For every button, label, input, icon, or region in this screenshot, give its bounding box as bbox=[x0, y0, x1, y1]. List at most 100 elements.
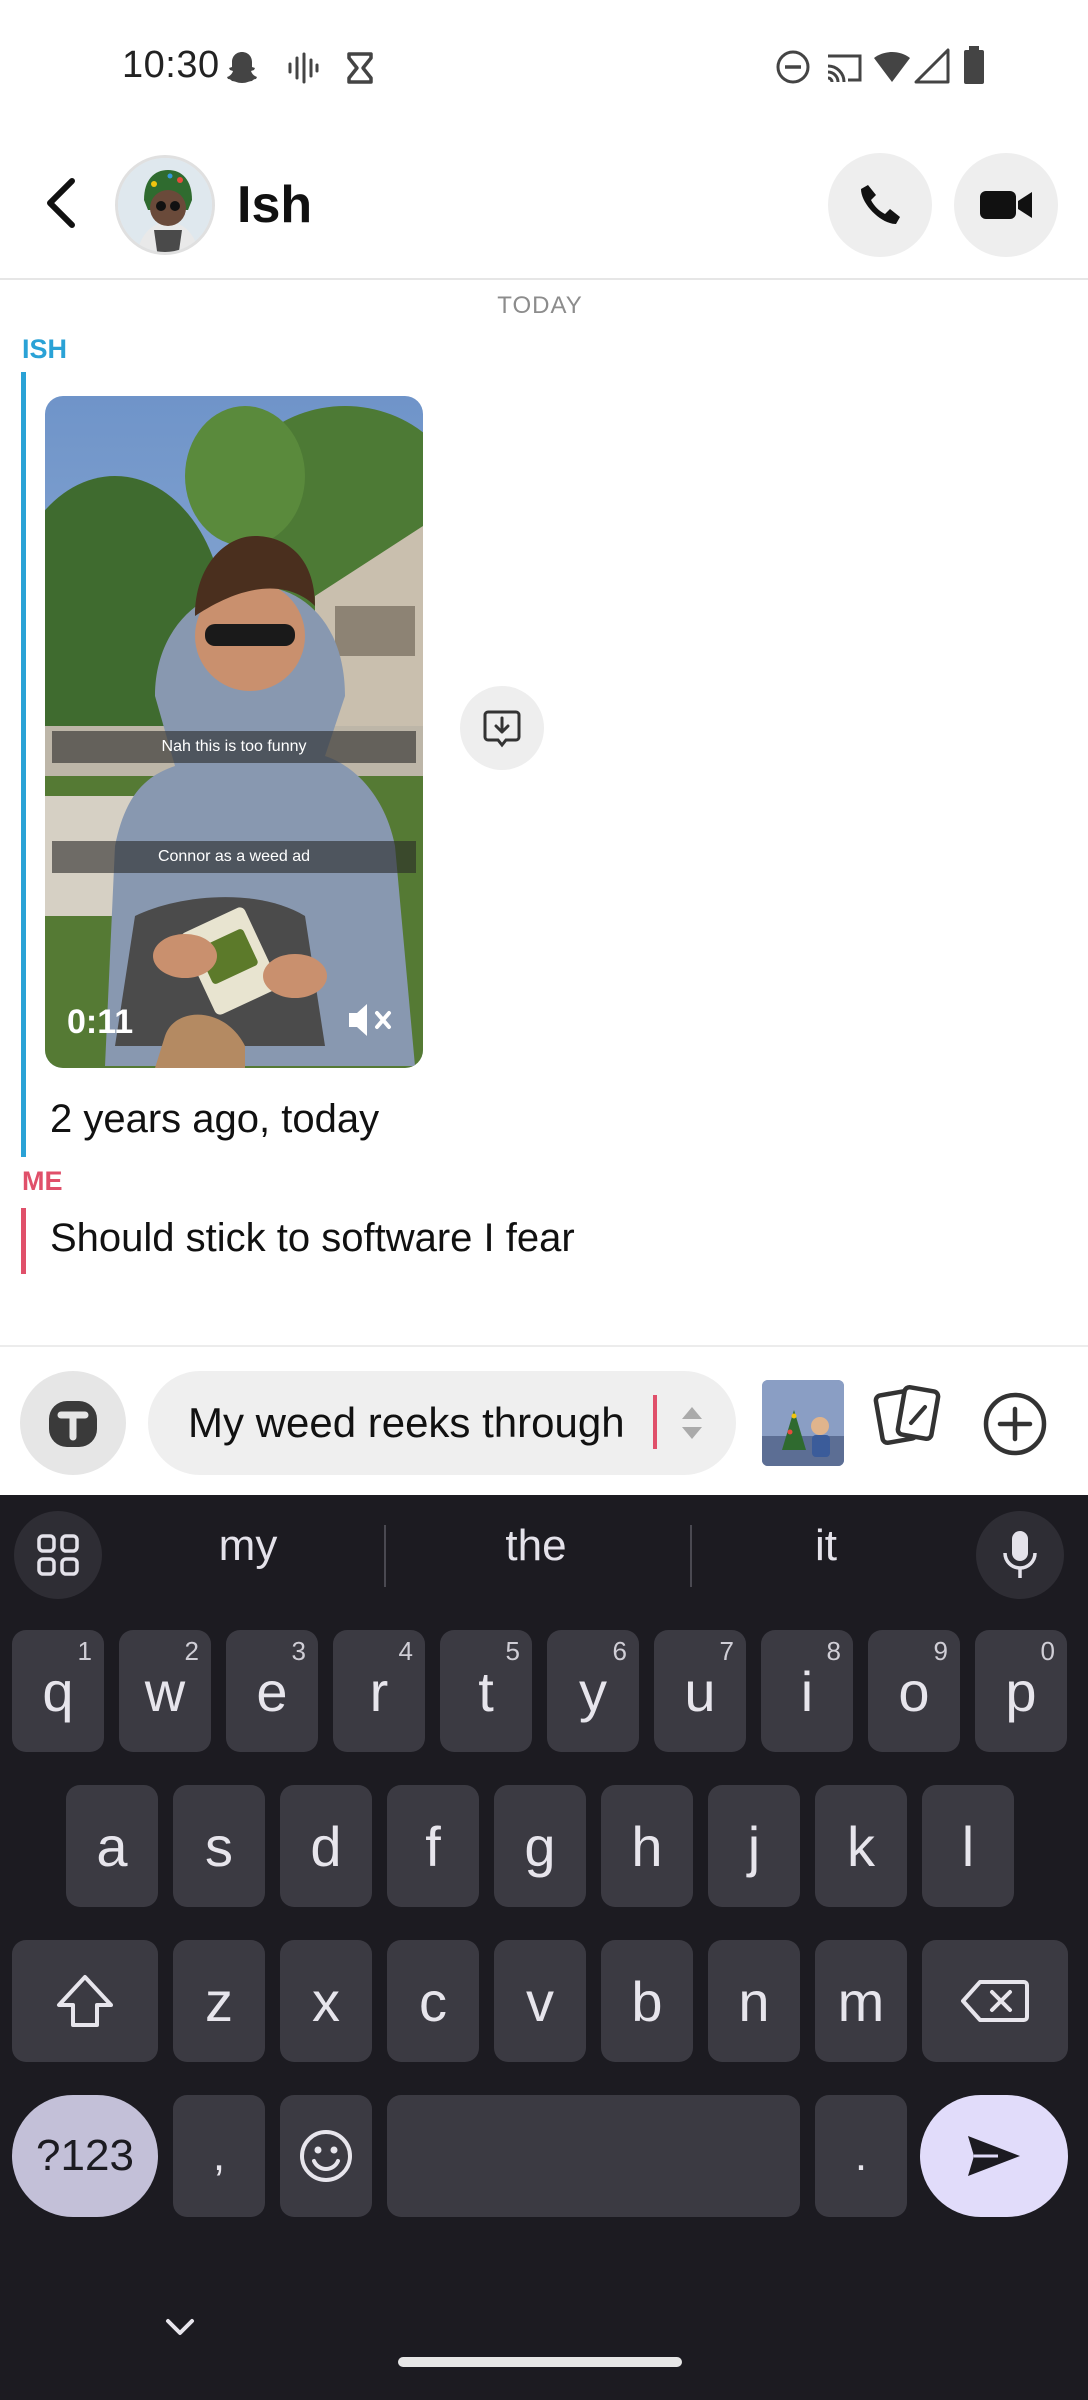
suggestion-1[interactable]: my bbox=[108, 1521, 388, 1571]
key-w[interactable]: w2 bbox=[119, 1630, 211, 1752]
contact-name[interactable]: Ish bbox=[237, 175, 312, 235]
key-q[interactable]: q1 bbox=[12, 1630, 104, 1752]
backspace-key[interactable] bbox=[922, 1940, 1068, 2062]
video-call-button[interactable] bbox=[954, 153, 1058, 257]
recent-photo-thumbnail[interactable] bbox=[762, 1380, 844, 1466]
key-t[interactable]: t5 bbox=[440, 1630, 532, 1752]
snapchat-ghost-icon bbox=[227, 52, 257, 83]
voice-call-button[interactable] bbox=[828, 153, 932, 257]
shift-key[interactable] bbox=[12, 1940, 158, 2062]
grid-icon bbox=[37, 1534, 79, 1576]
send-arrow-icon bbox=[968, 2136, 1020, 2176]
key-m[interactable]: m bbox=[815, 1940, 907, 2062]
key-a[interactable]: a bbox=[66, 1785, 158, 1907]
key-label: w bbox=[144, 1659, 186, 1723]
key-z[interactable]: z bbox=[173, 1940, 265, 2062]
mute-icon[interactable] bbox=[345, 1000, 395, 1040]
video-duration: 0:11 bbox=[67, 1003, 134, 1041]
do-not-disturb-icon bbox=[776, 50, 810, 84]
sender-bar-me bbox=[21, 1208, 26, 1274]
key-f[interactable]: f bbox=[387, 1785, 479, 1907]
key-o[interactable]: o9 bbox=[868, 1630, 960, 1752]
key-c[interactable]: c bbox=[387, 1940, 479, 2062]
chat-area[interactable]: TODAY ISH Nah this is too funny Connor a… bbox=[0, 282, 1088, 1345]
key-label: i bbox=[800, 1659, 814, 1723]
space-bar[interactable] bbox=[387, 2095, 800, 2217]
key-p[interactable]: p0 bbox=[975, 1630, 1067, 1752]
key-d[interactable]: d bbox=[280, 1785, 372, 1907]
cast-icon bbox=[827, 54, 862, 83]
hourglass-icon bbox=[347, 52, 373, 84]
save-to-chat-button[interactable] bbox=[460, 686, 544, 770]
message-input-text[interactable]: My weed reeks through bbox=[188, 1399, 625, 1447]
keyboard: my the it q1 w2 e3 r4 t5 y6 u7 i8 o9 p0 … bbox=[0, 1495, 1088, 2400]
key-l[interactable]: l bbox=[922, 1785, 1014, 1907]
battery-icon bbox=[964, 46, 984, 84]
video-snap[interactable]: Nah this is too funny Connor as a weed a… bbox=[45, 396, 423, 1068]
key-hint: 5 bbox=[505, 1636, 520, 1666]
symbols-key[interactable]: ?123 bbox=[12, 2095, 158, 2217]
plus-circle-icon[interactable] bbox=[982, 1391, 1048, 1457]
shift-icon bbox=[57, 1975, 113, 2027]
message-input[interactable]: My weed reeks through bbox=[148, 1371, 736, 1475]
suggestion-3[interactable]: it bbox=[686, 1521, 966, 1571]
video-caption-1: Nah this is too funny bbox=[52, 731, 416, 763]
key-r[interactable]: r4 bbox=[333, 1630, 425, 1752]
message-composer: My weed reeks through bbox=[0, 1345, 1088, 1495]
status-time: 10:30 bbox=[122, 44, 220, 86]
key-label: t bbox=[478, 1659, 494, 1723]
message-text-me[interactable]: Should stick to software I fear bbox=[50, 1216, 575, 1261]
key-v[interactable]: v bbox=[494, 1940, 586, 2062]
contact-avatar[interactable] bbox=[115, 155, 215, 255]
bitmoji-avatar-icon bbox=[118, 158, 212, 252]
bitmoji-icon bbox=[49, 1401, 97, 1447]
bitmoji-button[interactable] bbox=[20, 1371, 126, 1475]
key-period[interactable]: . bbox=[815, 2095, 907, 2217]
key-label: q bbox=[42, 1659, 74, 1723]
key-j[interactable]: j bbox=[708, 1785, 800, 1907]
suggestion-divider bbox=[384, 1525, 386, 1587]
key-b[interactable]: b bbox=[601, 1940, 693, 2062]
key-hint: 2 bbox=[184, 1636, 199, 1666]
key-s[interactable]: s bbox=[173, 1785, 265, 1907]
expand-arrows-icon[interactable] bbox=[678, 1399, 706, 1447]
suggestion-2[interactable]: the bbox=[396, 1521, 676, 1571]
text-cursor bbox=[653, 1395, 657, 1449]
key-hint: 9 bbox=[933, 1636, 948, 1666]
key-n[interactable]: n bbox=[708, 1940, 800, 2062]
key-label: u bbox=[684, 1659, 716, 1723]
key-label: p bbox=[1005, 1659, 1037, 1723]
emoji-key[interactable] bbox=[280, 2095, 372, 2217]
key-g[interactable]: g bbox=[494, 1785, 586, 1907]
emoji-icon bbox=[300, 2130, 352, 2182]
microphone-icon bbox=[1003, 1531, 1037, 1578]
back-arrow-icon bbox=[47, 178, 75, 228]
video-caption-2: Connor as a weed ad bbox=[52, 841, 416, 873]
key-hint: 4 bbox=[398, 1636, 413, 1666]
key-k[interactable]: k bbox=[815, 1785, 907, 1907]
voice-wave-icon bbox=[288, 52, 319, 84]
keyboard-send-key[interactable] bbox=[920, 2095, 1068, 2217]
key-hint: 1 bbox=[77, 1636, 92, 1666]
voice-input-button[interactable] bbox=[976, 1511, 1064, 1599]
gesture-home-bar[interactable] bbox=[398, 2357, 682, 2367]
key-label: y bbox=[579, 1659, 607, 1723]
cell-signal-icon bbox=[914, 48, 950, 84]
key-y[interactable]: y6 bbox=[547, 1630, 639, 1752]
key-i[interactable]: i8 bbox=[761, 1630, 853, 1752]
key-comma[interactable]: , bbox=[173, 2095, 265, 2217]
key-h[interactable]: h bbox=[601, 1785, 693, 1907]
key-label: e bbox=[256, 1659, 288, 1723]
back-button[interactable] bbox=[30, 171, 94, 235]
cards-icon[interactable] bbox=[873, 1383, 943, 1449]
hide-keyboard-chevron-icon[interactable] bbox=[160, 2313, 200, 2343]
key-e[interactable]: e3 bbox=[226, 1630, 318, 1752]
key-u[interactable]: u7 bbox=[654, 1630, 746, 1752]
keyboard-apps-button[interactable] bbox=[14, 1511, 102, 1599]
key-x[interactable]: x bbox=[280, 1940, 372, 2062]
sender-label-ish: ISH bbox=[22, 334, 68, 364]
photo-thumbnail-image bbox=[762, 1380, 844, 1466]
key-hint: 8 bbox=[826, 1636, 841, 1666]
message-text-ish[interactable]: 2 years ago, today bbox=[50, 1097, 379, 1142]
key-label: r bbox=[369, 1659, 389, 1723]
